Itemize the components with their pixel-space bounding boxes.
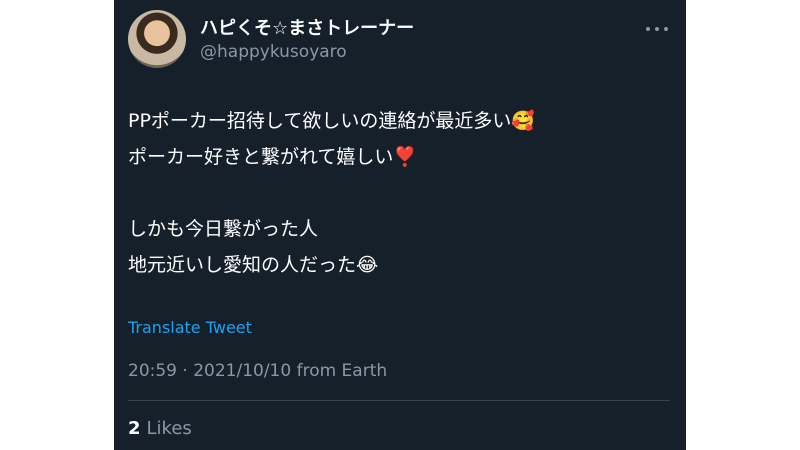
author-display-name[interactable]: ハピくそ☆まさトレーナー (200, 14, 414, 40)
tweet-line: 地元近いし愛知の人だった😂 (128, 254, 379, 276)
tweet-line: ポーカー好きと繋がれて嬉しい❣️ (128, 146, 418, 168)
more-options-icon[interactable] (646, 26, 668, 32)
tweet-timestamp[interactable]: 20:59 · 2021/10/10 from Earth (128, 361, 387, 381)
likes-label: Likes (146, 418, 192, 439)
tweet-text: PPポーカー招待して欲しいの連絡が最近多い🥰 ポーカー好きと繋がれて嬉しい❣️ … (128, 103, 668, 283)
author-handle[interactable]: @happykusoyaro (200, 42, 347, 62)
divider (128, 400, 670, 401)
translate-tweet-link[interactable]: Translate Tweet (128, 318, 252, 337)
likes-stat[interactable]: 2 Likes (128, 418, 192, 439)
tweet-line: しかも今日繋がった人 (128, 218, 319, 240)
likes-count: 2 (128, 418, 141, 439)
avatar[interactable] (128, 10, 186, 68)
tweet-line: PPポーカー招待して欲しいの連絡が最近多い🥰 (128, 110, 536, 132)
tweet-card: ハピくそ☆まさトレーナー @happykusoyaro PPポーカー招待して欲し… (114, 0, 686, 450)
